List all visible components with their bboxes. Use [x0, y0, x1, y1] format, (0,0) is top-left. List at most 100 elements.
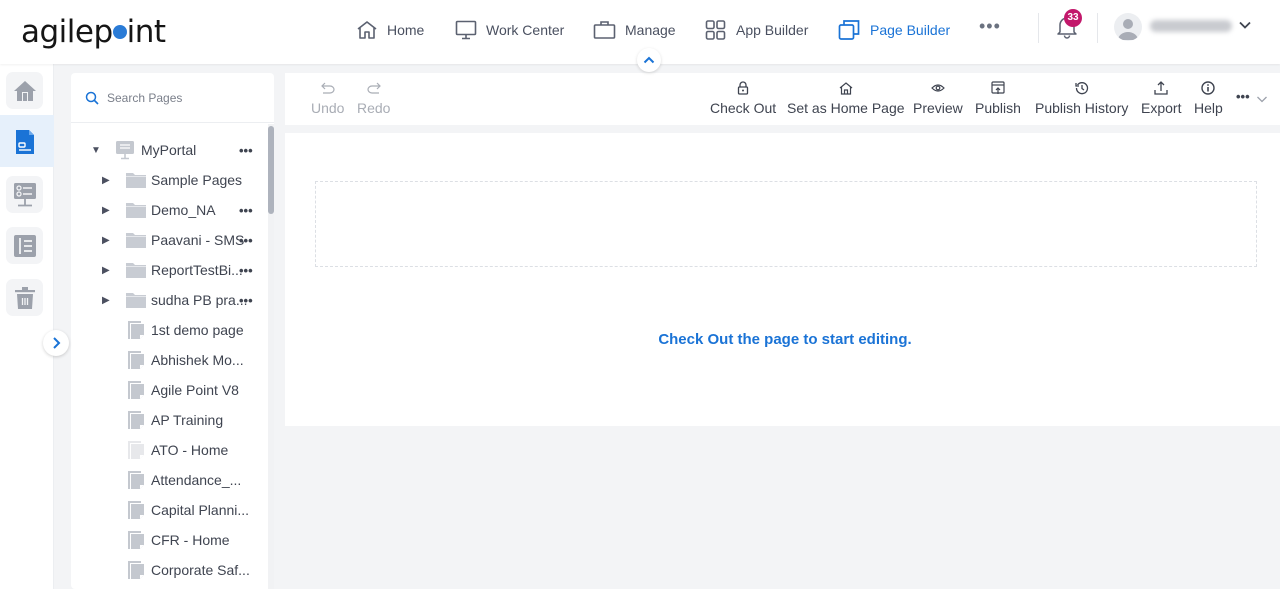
collapse-header-button[interactable]: [637, 48, 661, 72]
chevron-up-icon: [643, 56, 655, 64]
undo-button[interactable]: Undo: [311, 79, 344, 123]
folder-icon: [126, 233, 146, 248]
nav-home[interactable]: Home: [356, 16, 424, 44]
search-pages-input[interactable]: [107, 90, 257, 105]
nav-app-builder-label: App Builder: [736, 22, 809, 38]
tree-page[interactable]: AP Training: [71, 405, 267, 435]
monitor-icon: [455, 20, 477, 40]
page-label: Capital Planni...: [151, 502, 250, 518]
undo-label: Undo: [311, 100, 345, 116]
rail-layout-button[interactable]: [6, 227, 43, 264]
caret-right-icon[interactable]: ▶: [102, 295, 110, 306]
tree-page[interactable]: Agile Point V8: [71, 375, 267, 405]
toolbar-chevron-down-icon[interactable]: [1256, 91, 1268, 109]
grid-icon: [705, 20, 726, 40]
tree-folder[interactable]: ▶ Demo_NA •••: [71, 195, 267, 225]
nav-page-builder[interactable]: Page Builder: [838, 16, 950, 44]
export-button[interactable]: Export: [1141, 79, 1181, 123]
nav-app-builder[interactable]: App Builder: [705, 16, 808, 44]
nav-manage[interactable]: Manage: [593, 16, 676, 44]
export-icon: [1154, 81, 1168, 95]
folder-label: Demo_NA: [151, 202, 216, 218]
preview-label: Preview: [913, 100, 963, 116]
folder-more-button[interactable]: •••: [239, 293, 253, 308]
help-button[interactable]: Help: [1194, 79, 1223, 123]
page-label: 1st demo page: [151, 322, 244, 338]
rail-pages-button[interactable]: [6, 123, 43, 160]
folder-more-button[interactable]: •••: [239, 203, 253, 218]
redo-label: Redo: [357, 100, 391, 116]
root-more-button[interactable]: •••: [239, 143, 253, 158]
agilepoint-logo[interactable]: agilep int: [21, 14, 166, 50]
avatar[interactable]: [1114, 13, 1142, 41]
page-label: CFR - Home: [151, 532, 230, 548]
caret-right-icon[interactable]: ▶: [102, 265, 110, 276]
tree-page[interactable]: Attendance_...: [71, 465, 267, 495]
publish-history-button[interactable]: Publish History: [1035, 79, 1128, 123]
search-icon: [85, 91, 99, 105]
folder-more-button[interactable]: •••: [239, 233, 253, 248]
eye-icon: [931, 84, 945, 92]
page-canvas: Check Out the page to start editing.: [285, 133, 1280, 426]
redo-button[interactable]: Redo: [357, 79, 390, 123]
publish-button[interactable]: Publish: [975, 79, 1021, 123]
tree-scrollbar-thumb[interactable]: [268, 126, 274, 214]
check-out-label: Check Out: [710, 100, 777, 116]
list-layout-icon: [13, 234, 36, 257]
caret-down-icon[interactable]: ▼: [91, 145, 101, 156]
check-out-button[interactable]: Check Out: [710, 79, 776, 123]
portal-list-icon: [13, 182, 36, 206]
set-as-home-page-button[interactable]: Set as Home Page: [787, 79, 905, 123]
page-label: AP Training: [151, 412, 224, 428]
pages-icon: [838, 20, 860, 40]
help-label: Help: [1194, 100, 1223, 116]
tree-root-myportal[interactable]: ▼ MyPortal •••: [71, 135, 267, 165]
rail-trash-button[interactable]: [6, 279, 43, 316]
page-icon: [128, 501, 144, 519]
checkout-message: Check Out the page to start editing.: [658, 331, 912, 348]
page-tree-panel: ▼ MyPortal ••• ▶ Sample Pages ▶ Demo_NA …: [71, 73, 274, 589]
set-as-home-page-label: Set as Home Page: [787, 100, 905, 116]
publish-history-label: Publish History: [1035, 100, 1129, 116]
nav-work-center[interactable]: Work Center: [455, 16, 564, 44]
portal-icon: [116, 141, 134, 160]
caret-right-icon[interactable]: ▶: [102, 205, 110, 216]
tree-page[interactable]: Corporate Saf...: [71, 555, 267, 585]
user-name[interactable]: [1150, 20, 1232, 32]
toolbar-more-button[interactable]: •••: [1236, 89, 1250, 104]
nav-work-center-label: Work Center: [486, 22, 565, 38]
history-icon: [1075, 82, 1088, 95]
rail-home-button[interactable]: [6, 72, 43, 109]
search-box: [71, 73, 274, 123]
tree-folder[interactable]: ▶ ReportTestBi... •••: [71, 255, 267, 285]
more-nav-button[interactable]: •••: [979, 16, 1001, 37]
trash-icon: [14, 286, 35, 309]
briefcase-icon: [593, 21, 616, 39]
user-menu-chevron-icon[interactable]: [1238, 18, 1252, 37]
tree-folder[interactable]: ▶ Paavani - SMS •••: [71, 225, 267, 255]
left-rail: [0, 64, 54, 589]
tree-folder[interactable]: ▶ Sample Pages: [71, 165, 267, 195]
page-toolbar: Undo Redo Check Out Set as Home Page Pre…: [285, 73, 1280, 125]
tree-page[interactable]: 1st demo page: [71, 315, 267, 345]
logo-dot: [112, 25, 127, 39]
expand-panel-button[interactable]: [43, 330, 69, 356]
caret-right-icon[interactable]: ▶: [102, 235, 110, 246]
page-label: Attendance_...: [151, 472, 242, 488]
tree-folder[interactable]: ▶ sudha PB pra... •••: [71, 285, 267, 315]
page-icon: [128, 411, 144, 429]
tree-page[interactable]: Abhishek Mo...: [71, 345, 267, 375]
preview-button[interactable]: Preview: [913, 79, 963, 123]
caret-right-icon[interactable]: ▶: [102, 175, 110, 186]
nav-home-label: Home: [387, 22, 425, 38]
folder-more-button[interactable]: •••: [239, 263, 253, 278]
tree-root-label: MyPortal: [141, 142, 197, 158]
publish-label: Publish: [975, 100, 1021, 116]
folder-label: Sample Pages: [151, 172, 243, 188]
tree-page[interactable]: ATO - Home: [71, 435, 267, 465]
page-icon: [128, 471, 144, 489]
tree-page[interactable]: CFR - Home: [71, 525, 267, 555]
rail-portal-button[interactable]: [6, 176, 43, 213]
lock-icon: [737, 81, 749, 95]
tree-page[interactable]: Capital Planni...: [71, 495, 267, 525]
